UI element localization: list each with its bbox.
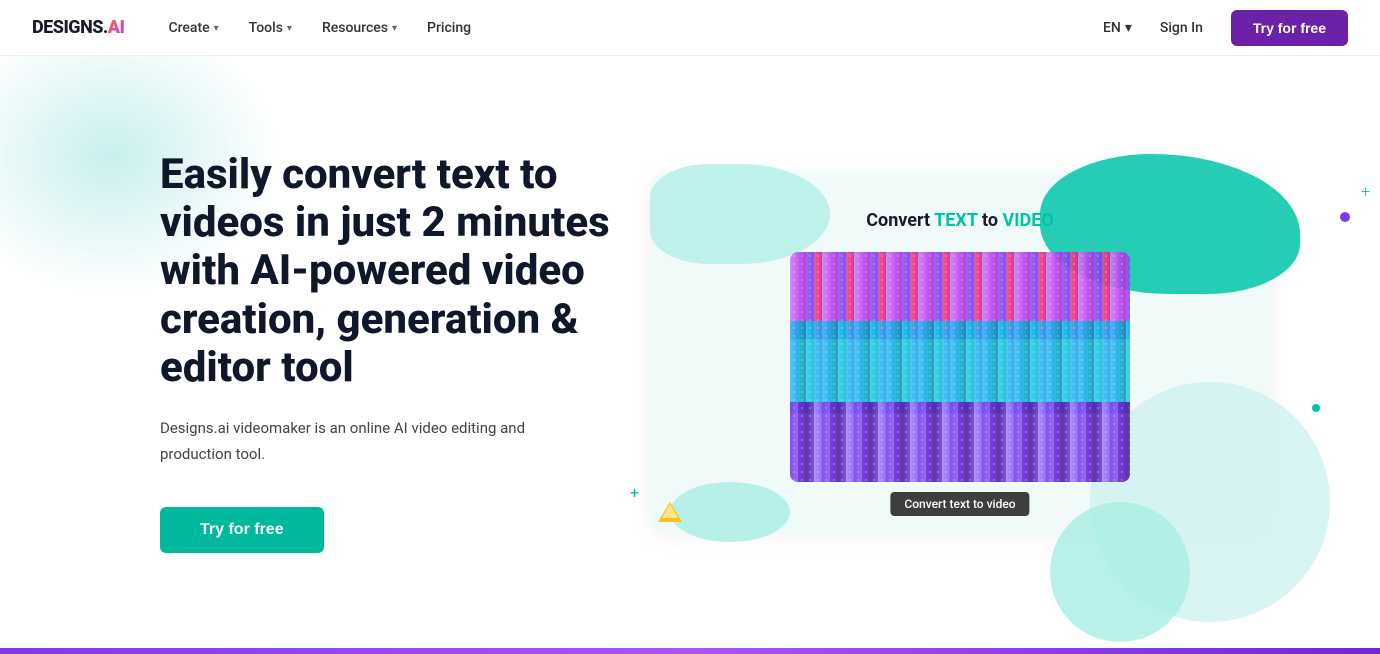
nav-create[interactable]: Create ▾ — [156, 12, 230, 44]
plus-icon: + — [1361, 182, 1370, 201]
pixel-art — [790, 252, 1130, 482]
hero-subtext: Designs.ai videomaker is an online AI vi… — [160, 416, 580, 467]
logo[interactable]: DESIGNS.AI — [32, 17, 124, 38]
hero-headline: Easily convert text to videos in just 2 … — [160, 151, 650, 392]
language-selector[interactable]: EN ▾ — [1103, 20, 1132, 36]
plus-icon-bottom: + — [630, 483, 639, 502]
hero-section: Easily convert text to videos in just 2 … — [0, 56, 1380, 648]
chevron-icon: ▾ — [1125, 20, 1132, 36]
blob-decoration-bottom — [670, 482, 790, 542]
dot-decoration-1 — [1340, 212, 1350, 222]
nav-pricing[interactable]: Pricing — [415, 12, 483, 44]
blob-decoration — [650, 164, 830, 264]
bottom-purple-bar — [0, 648, 1380, 654]
chevron-icon: ▾ — [287, 23, 292, 34]
hero-cta-button[interactable]: Try for free — [160, 507, 324, 553]
sign-in-link[interactable]: Sign In — [1148, 12, 1215, 44]
nav-items: Create ▾ Tools ▾ Resources ▾ Pricing — [156, 12, 1103, 44]
navbar: DESIGNS.AI Create ▾ Tools ▾ Resources ▾ … — [0, 0, 1380, 56]
circle-decoration-medium — [1050, 502, 1190, 642]
hero-right: Convert TEXT to VIDEO Convert text to vi… — [650, 142, 1270, 562]
nav-tools[interactable]: Tools ▾ — [237, 12, 304, 44]
try-free-nav-button[interactable]: Try for free — [1231, 10, 1348, 46]
hero-left: Easily convert text to videos in just 2 … — [160, 151, 650, 553]
chevron-icon: ▾ — [392, 23, 397, 34]
pixel-dots — [790, 252, 1130, 482]
convert-bottom-label: Convert text to video — [890, 492, 1029, 516]
nav-resources[interactable]: Resources ▾ — [310, 12, 409, 44]
chevron-icon: ▾ — [214, 23, 219, 34]
logo-ai: AI — [108, 17, 125, 38]
nav-right: EN ▾ Sign In Try for free — [1103, 10, 1348, 46]
logo-text: DESIGNS. — [32, 17, 108, 38]
dot-decoration-2 — [1312, 404, 1320, 412]
convert-label: Convert TEXT to VIDEO — [866, 210, 1054, 231]
triangle-inner-decoration — [662, 504, 678, 518]
